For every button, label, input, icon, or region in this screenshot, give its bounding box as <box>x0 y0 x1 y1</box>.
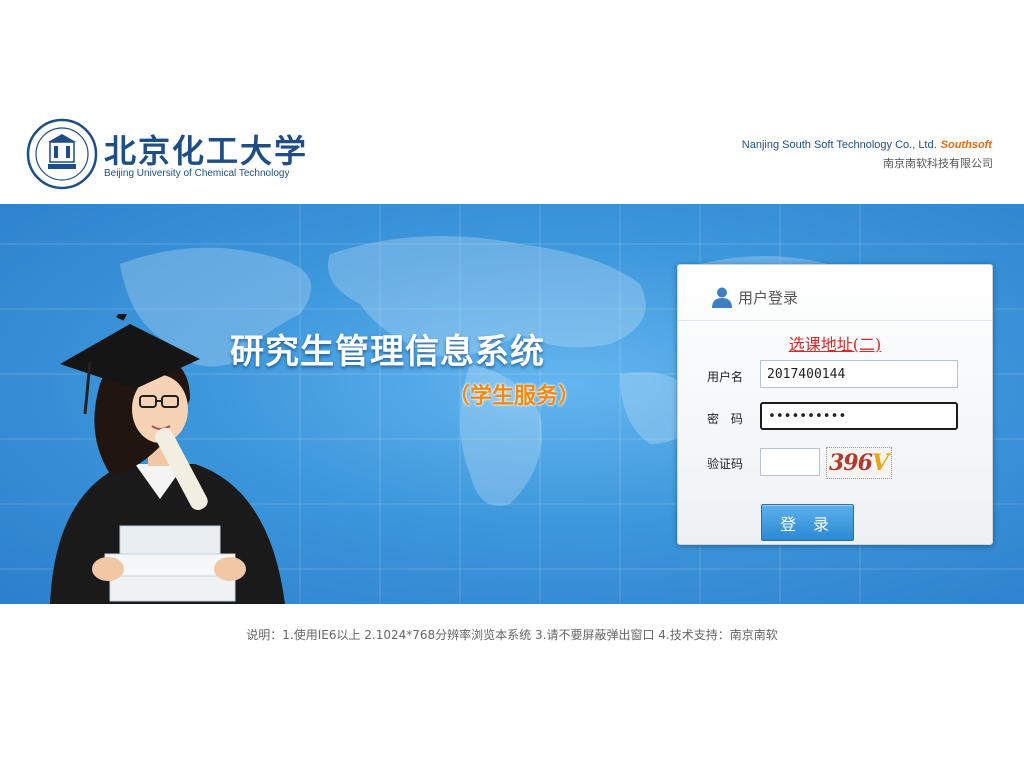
university-name-cn: 北京化工大学 <box>104 132 309 170</box>
system-subtitle: （学生服务） <box>448 384 581 409</box>
course-selection-link[interactable]: 选课地址(二) <box>678 331 992 355</box>
banner: 研究生管理信息系统 （学生服务） 用户登录 选课地址(二) 用户名 201740… <box>0 204 1024 604</box>
page-header: 北京化工大学 Beijing University of Chemical Te… <box>0 0 1024 204</box>
company-brand: Southsoft <box>940 139 992 151</box>
login-header: 用户登录 <box>678 265 992 321</box>
captcha-image[interactable]: 396V <box>826 447 892 479</box>
footer-note: 说明：1.使用IE6以上 2.1024*768分辨率浏览本系统 3.请不要屏蔽弹… <box>246 628 778 642</box>
user-icon <box>712 287 732 308</box>
university-name-en: Beijing University of Chemical Technolog… <box>104 168 290 179</box>
password-label: 密 码 <box>707 412 747 426</box>
username-label: 用户名 <box>707 370 744 384</box>
login-panel: 用户登录 选课地址(二) 用户名 密 码 验证码 396V 登 录 <box>677 264 993 545</box>
login-button[interactable]: 登 录 <box>761 504 854 541</box>
university-seal-logo <box>26 118 98 190</box>
captcha-digits: 396 <box>829 450 873 476</box>
login-title: 用户登录 <box>738 289 799 307</box>
company-name-cn: 南京南软科技有限公司 <box>883 157 993 170</box>
captcha-text: 396V <box>829 450 889 476</box>
company-name-en: Nanjing South Soft Technology Co., Ltd. S… <box>742 139 992 151</box>
captcha-input[interactable] <box>760 448 820 476</box>
graduate-illustration <box>50 314 285 604</box>
captcha-label: 验证码 <box>707 457 744 471</box>
username-input[interactable] <box>760 360 958 388</box>
captcha-letter: V <box>871 450 889 476</box>
company-name-en-text: Nanjing South Soft Technology Co., Ltd. <box>741 139 937 151</box>
password-input[interactable] <box>760 402 958 430</box>
